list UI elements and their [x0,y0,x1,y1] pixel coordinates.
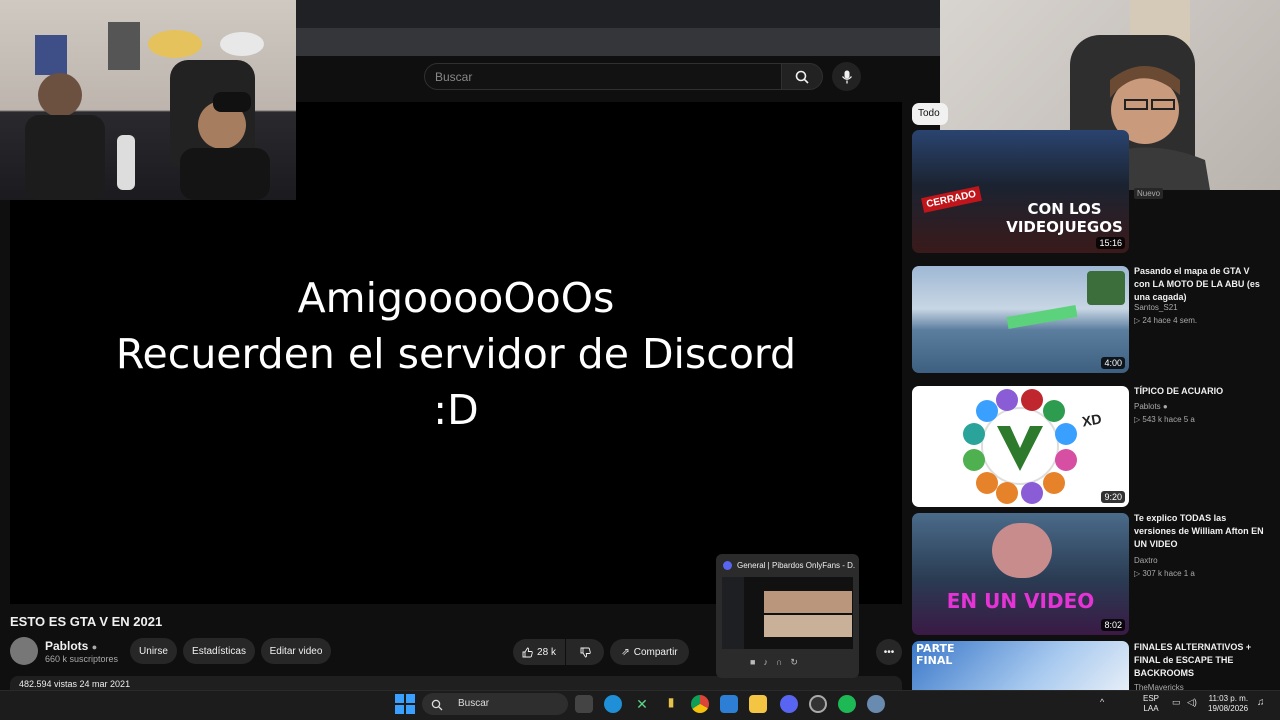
player-overlay-text: AmigooooOoOs Recuerden el servidor de Di… [10,270,902,438]
search-button[interactable] [781,63,823,90]
clock-time: 11:03 p. m. [1208,694,1249,703]
file-explorer-icon[interactable] [749,695,767,713]
video-title: ESTO ES GTA V EN 2021 [10,614,163,629]
recommendation-thumbnail[interactable]: EN UN VIDEO 8:02 [912,513,1129,635]
more-icon: ••• [883,646,895,658]
recommendation-thumbnail[interactable]: 4:00 [912,266,1129,373]
analytics-button[interactable]: Estadísticas [183,638,255,664]
discord-taskbar-icon[interactable] [780,695,798,713]
camera-icon[interactable]: ■ [750,657,755,671]
discord-icon [723,561,732,570]
thumbs-up-icon [522,647,533,657]
verified-icon: ● [91,642,98,652]
thumbnail-tag: CERRADO [921,186,982,213]
search-input[interactable]: Buscar [424,63,782,90]
thumbnail-text: PARTE FINAL [916,642,955,667]
duration-badge: 9:20 [1101,491,1125,503]
chrome-icon[interactable] [691,695,709,713]
task-view-icon[interactable] [575,695,593,713]
overlay-line: AmigooooOoOs [297,274,615,322]
duration-badge: 8:02 [1101,619,1125,631]
recommendation-meta: ▷ 24 hace 4 sem. [1134,316,1197,325]
description-box[interactable]: 482.594 vistas 24 mar 2021 [10,676,902,690]
store-icon[interactable] [720,695,738,713]
network-icon[interactable]: ▭ [1172,697,1181,708]
clock[interactable]: 11:03 p. m. 19/08/2026 [1208,694,1248,714]
chevron-up-icon[interactable]: ^ [1100,697,1104,707]
share-icon: ⇗ [621,646,630,658]
taskbar-search[interactable]: Buscar [422,693,568,715]
preview-window-title: General | Pibardos OnlyFans - D... [737,561,855,570]
preview-thumbnail[interactable] [722,577,853,649]
browser-tab-strip [296,0,940,28]
recommendation-title[interactable]: Te explico TODAS las versiones de Willia… [1134,512,1264,551]
lang-bottom: LAA [1143,704,1159,713]
recommendation-channel-text: Pablots [1134,402,1161,411]
thumbs-down-icon [580,647,591,657]
recommendation-channel[interactable]: Santos_S21 [1134,303,1178,312]
search-icon [795,70,809,84]
start-button[interactable] [395,694,415,714]
channel-name-text: Pablots [45,639,89,653]
thumbnail-text: EN UN VIDEO [946,589,1095,613]
share-label: Compartir [633,646,678,658]
new-badge: Nuevo [1134,188,1164,199]
recommendation-meta-text: 24 hace 4 sem. [1142,316,1198,325]
recommendation-meta-text: 543 k hace 5 a [1142,415,1195,424]
thumbnail-text: CON LOS VIDEOJUEGOS [1006,200,1123,236]
recommendation-channel[interactable]: Pablots ● [1134,402,1168,411]
edge-icon[interactable] [604,695,622,713]
share-button[interactable]: ⇗ Compartir [610,639,689,665]
filter-chip-all[interactable]: Todo [912,103,948,125]
overlay-line: :D [433,386,479,434]
recommendation-meta: ▷ 543 k hace 5 a [1134,415,1195,424]
volume-icon[interactable]: ◁) [1187,697,1197,708]
browser-address-bar[interactable] [296,28,940,56]
join-button[interactable]: Unirse [130,638,177,664]
headphones-icon[interactable]: ∩ [776,657,782,671]
dislike-button[interactable] [566,639,604,665]
recommendation-thumbnail[interactable]: XD 9:20 [912,386,1129,507]
recommendation-thumbnail[interactable]: CERRADO CON LOS VIDEOJUEGOS 15:16 [912,130,1129,253]
notification-bell-icon[interactable]: ♫ [1257,697,1265,708]
recommendation-meta: ▷ 307 k hace 1 a [1134,569,1195,578]
like-count: 28 k [537,646,556,658]
disconnect-icon[interactable]: ↻ [790,657,798,671]
recommendation-meta-text: 307 k hace 1 a [1142,569,1195,578]
verified-icon: ● [1162,402,1168,411]
spotify-icon[interactable] [838,695,856,713]
recommendation-thumbnail[interactable]: PARTE FINAL [912,641,1129,690]
lang-top: ESP [1143,694,1160,703]
voice-search-button[interactable] [832,62,861,91]
recommendation-title[interactable]: TÍPICO DE ACUARIO [1134,385,1264,398]
recommendation-title[interactable]: Pasando el mapa de GTA V con LA MOTO DE … [1134,265,1264,304]
duration-badge: 4:00 [1101,357,1125,369]
more-actions-button[interactable]: ••• [876,639,902,665]
subscriber-count: 660 k suscriptores [45,654,119,664]
channel-avatar[interactable] [10,637,38,665]
microphone-icon[interactable]: ♪ [763,657,768,671]
webcam-left [0,0,296,200]
recommendation-title[interactable]: FINALES ALTERNATIVOS + FINAL de ESCAPE T… [1134,641,1264,680]
clock-date: 19/08/2026 [1208,704,1249,713]
capcut-icon[interactable]: ✕ [633,695,651,713]
obs-icon[interactable] [809,695,827,713]
input-language[interactable]: ESP LAA [1143,694,1159,714]
search-icon [431,698,443,711]
microphone-icon [841,70,852,83]
duration-badge: 15:16 [1096,237,1125,249]
like-button[interactable]: 28 k [513,639,565,665]
overlay-line: Recuerden el servidor de Discord [115,330,797,378]
edit-video-button[interactable]: Editar video [261,638,331,664]
stats-app-icon[interactable]: ▮ [662,695,680,713]
settings-icon[interactable] [867,695,885,713]
preview-call-controls: ■ ♪ ∩ ↻ [750,657,830,671]
channel-name[interactable]: Pablots ● [45,639,97,653]
recommendation-channel[interactable]: Daxtro [1134,556,1158,565]
thumbnail-text: XD [1080,410,1103,430]
